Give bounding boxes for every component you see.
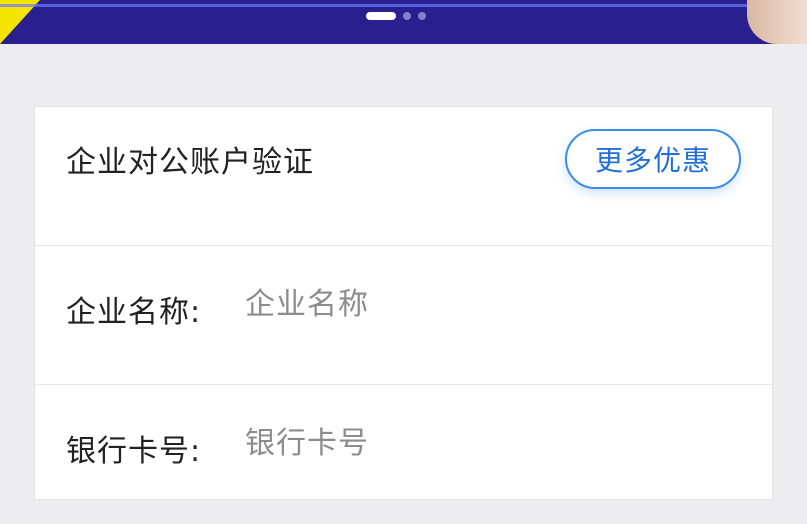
more-offers-button[interactable]: 更多优惠 <box>565 129 741 189</box>
carousel-dot[interactable] <box>403 12 411 20</box>
company-name-input[interactable] <box>245 276 745 332</box>
company-name-label: 企业名称: <box>66 295 202 330</box>
bank-card-label: 银行卡号: <box>66 434 202 469</box>
promo-banner[interactable] <box>0 0 807 44</box>
company-name-row: 企业名称: <box>35 246 772 385</box>
bank-card-input[interactable] <box>245 415 745 471</box>
carousel-dot[interactable] <box>418 12 426 20</box>
banner-stripe <box>0 4 807 7</box>
bank-card-row: 银行卡号: <box>35 385 772 524</box>
carousel-indicator <box>366 12 426 20</box>
account-verification-form: 企业对公账户验证 更多优惠 企业名称: 银行卡号: <box>34 106 773 500</box>
form-title: 企业对公账户验证 <box>66 145 314 180</box>
carousel-dot-active[interactable] <box>366 12 396 20</box>
form-header-row: 企业对公账户验证 更多优惠 <box>35 107 772 246</box>
banner-person-image <box>747 0 807 44</box>
